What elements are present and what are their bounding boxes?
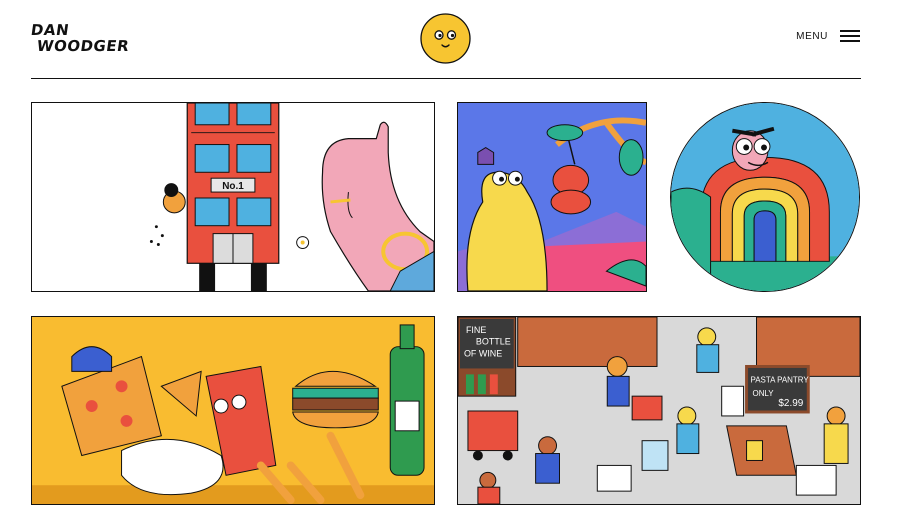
chalkboard-line2: ONLY <box>753 389 775 398</box>
project-tile-food-race[interactable] <box>31 316 435 505</box>
wine-sign-line1: FINE <box>466 325 486 335</box>
menu-label: MENU <box>796 30 828 42</box>
project-tile-bus[interactable]: No.1 <box>31 102 435 292</box>
header-divider <box>31 78 861 79</box>
cherry-illustration <box>458 103 646 291</box>
bus-illustration: No.1 <box>149 103 434 291</box>
bus-plate: No.1 <box>222 181 244 192</box>
logo-text-line1: DAN <box>29 21 71 39</box>
smiley-face-icon[interactable] <box>420 13 471 64</box>
logo-text-line2: WOODGER <box>35 37 131 55</box>
hamburger-icon <box>840 30 860 42</box>
project-tile-store-chaos[interactable]: FINE BOTTLE OF WINE PASTA PANTRY ONLY $2… <box>457 316 861 505</box>
menu-button[interactable]: MENU <box>796 30 860 42</box>
project-tile-rainbow[interactable] <box>670 102 860 292</box>
food-race-illustration <box>32 317 434 504</box>
wine-sign-line3: OF WINE <box>464 349 502 359</box>
site-logo[interactable]: DAN WOODGER <box>29 21 131 60</box>
project-tile-cherry[interactable] <box>457 102 647 292</box>
chalkboard-line3: $2.99 <box>778 398 803 409</box>
wine-sign-line2: BOTTLE <box>476 337 511 347</box>
portfolio-page: DAN WOODGER MENU No.1 FINE BOTTLE OF WIN… <box>0 0 900 516</box>
chalkboard-line1: PASTA PANTRY <box>751 375 810 384</box>
rainbow-illustration <box>671 103 859 291</box>
store-illustration: FINE BOTTLE OF WINE PASTA PANTRY ONLY $2… <box>458 317 860 504</box>
